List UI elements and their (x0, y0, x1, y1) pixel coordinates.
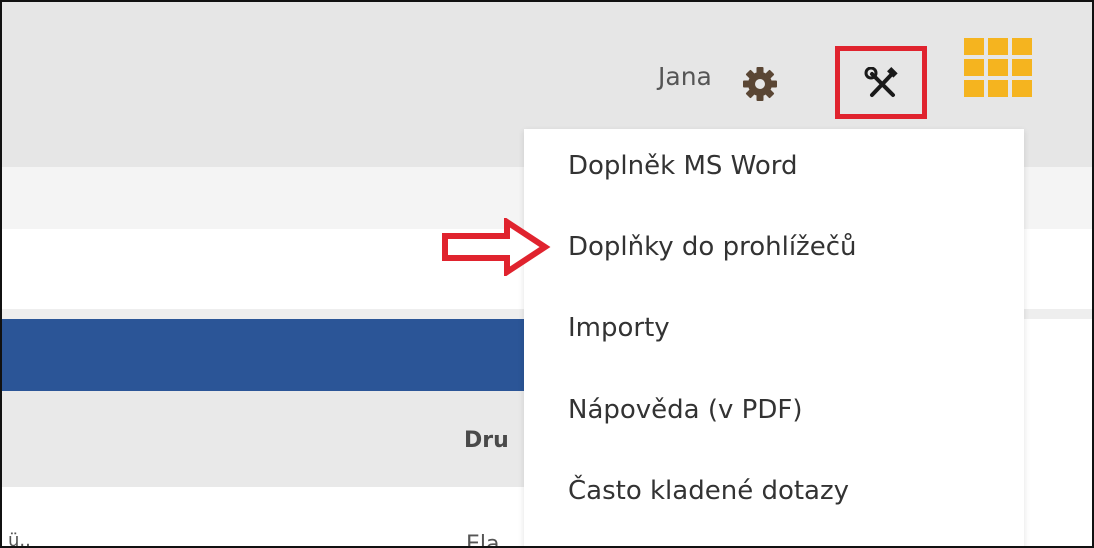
table-row-cell: Ela (466, 532, 500, 548)
highlight-arrow-icon (442, 218, 551, 276)
gear-icon[interactable] (740, 64, 780, 104)
menu-item-ms-word-addin[interactable]: Doplněk MS Word (568, 151, 797, 181)
table-row-cell: ü.. (8, 530, 31, 548)
menu-item-faq[interactable]: Často kladené dotazy (568, 476, 849, 506)
table-title-bar (2, 319, 532, 391)
tools-icon (864, 67, 898, 97)
tools-button[interactable] (835, 46, 927, 119)
apps-grid-icon[interactable] (964, 38, 1032, 98)
app-window: Dru ü.. Ela Jana Doplněk MS Word Doplňky… (0, 0, 1094, 548)
menu-item-help-pdf[interactable]: Nápověda (v PDF) (568, 395, 802, 425)
column-header[interactable]: Dru (464, 428, 509, 453)
table-header-row (2, 391, 532, 487)
menu-item-imports[interactable]: Importy (568, 313, 670, 343)
user-name[interactable]: Jana (658, 62, 712, 91)
menu-item-browser-extensions[interactable]: Doplňky do prohlížečů (568, 232, 856, 262)
tools-dropdown-menu: Doplněk MS Word Doplňky do prohlížečů Im… (524, 129, 1024, 546)
